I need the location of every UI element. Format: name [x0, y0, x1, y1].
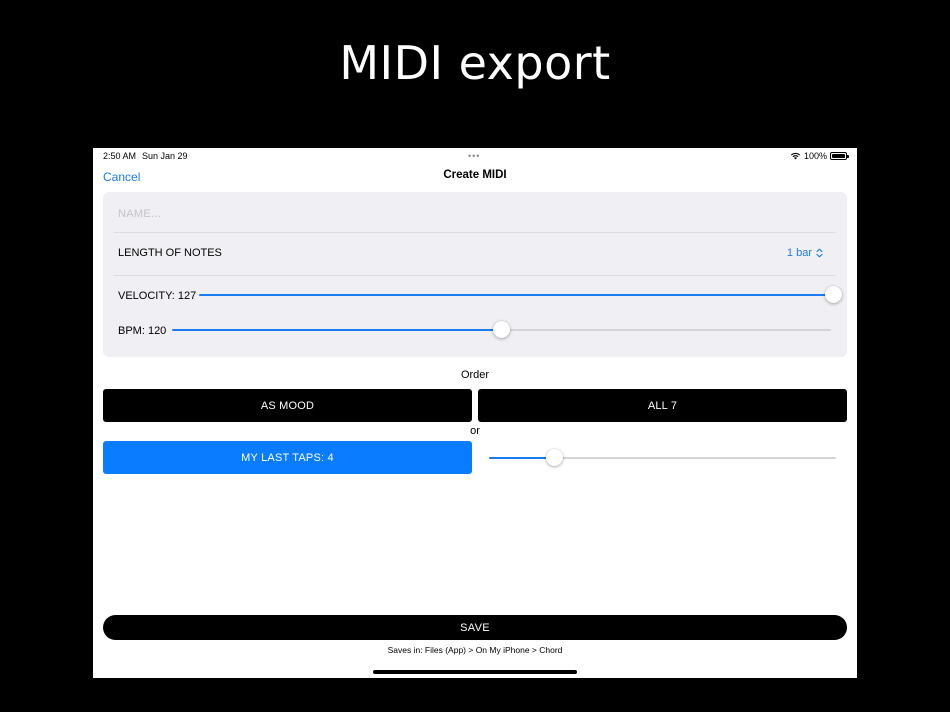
status-indicators: 100%	[790, 151, 849, 161]
slider-fill	[199, 294, 833, 296]
slider-fill	[489, 457, 555, 459]
slider-fill	[172, 329, 502, 331]
slider-thumb[interactable]	[824, 286, 842, 303]
status-time: 2:50 AM	[103, 151, 137, 161]
velocity-slider[interactable]	[199, 286, 842, 304]
slider-thumb[interactable]	[546, 449, 564, 466]
banner-title: MIDI export	[339, 36, 611, 90]
name-input[interactable]	[118, 202, 828, 226]
wifi-icon	[790, 152, 801, 160]
settings-card: LENGTH OF NOTES 1 bar VELOCITY: 127 BPM:…	[103, 192, 847, 357]
nav-bar: Cancel Create MIDI	[93, 166, 857, 188]
home-indicator[interactable]	[373, 670, 577, 674]
length-picker[interactable]: 1 bar	[787, 247, 823, 259]
divider	[114, 232, 836, 233]
device-screen: 2:50 AM Sun Jan 29 ••• 100% Cancel Creat…	[93, 148, 857, 678]
save-button[interactable]: SAVE	[103, 615, 847, 640]
save-location-text: Saves in: Files (App) > On My iPhone > C…	[387, 645, 563, 655]
length-of-notes-label: LENGTH OF NOTES	[118, 247, 222, 259]
bpm-slider[interactable]	[172, 321, 831, 339]
battery-percent: 100%	[803, 151, 827, 161]
length-picker-value: 1 bar	[786, 247, 812, 259]
divider	[114, 275, 836, 276]
my-last-taps-button[interactable]: MY LAST TAPS: 4	[103, 441, 472, 474]
status-bar: 2:50 AM Sun Jan 29 ••• 100%	[93, 148, 857, 164]
velocity-label: VELOCITY: 127	[118, 290, 197, 302]
chevron-up-down-icon	[816, 248, 823, 258]
as-mood-button[interactable]: AS MOOD	[103, 389, 472, 422]
cancel-button[interactable]: Cancel	[103, 170, 140, 184]
page-title: Create MIDI	[443, 169, 507, 181]
status-date: Sun Jan 29	[142, 151, 188, 161]
or-label: or	[470, 425, 480, 437]
bpm-label: BPM: 120	[118, 325, 167, 337]
order-label: Order	[460, 369, 490, 381]
multitasking-dots-icon[interactable]: •••	[468, 151, 480, 161]
battery-icon	[830, 152, 849, 160]
all-button[interactable]: ALL 7	[478, 389, 847, 422]
slider-thumb[interactable]	[493, 321, 510, 338]
last-taps-slider[interactable]	[489, 449, 836, 467]
